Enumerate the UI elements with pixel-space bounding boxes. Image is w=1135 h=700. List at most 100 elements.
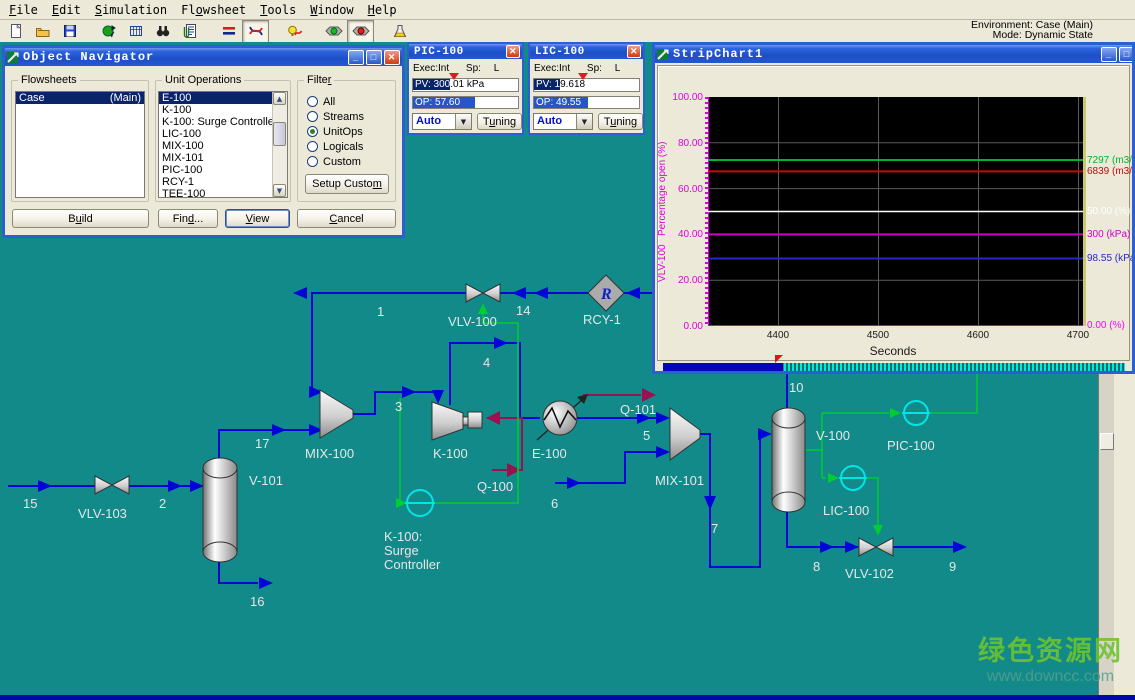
radio-all[interactable]: All xyxy=(307,96,335,108)
list-item[interactable]: RCY-1 xyxy=(159,176,287,188)
filter-label: Filter xyxy=(304,74,334,86)
steady-state-button[interactable] xyxy=(215,20,242,43)
stream-label: 3 xyxy=(395,399,402,414)
workbook-button[interactable] xyxy=(122,20,149,43)
unitops-label: Unit Operations xyxy=(162,74,244,86)
plot-area[interactable] xyxy=(708,97,1086,326)
tuning-button[interactable]: Tuning xyxy=(477,113,522,130)
surge-controller-icon[interactable] xyxy=(405,490,435,516)
op-bar[interactable]: OP: 57.60 xyxy=(412,96,519,109)
window-title: LIC-100 xyxy=(535,46,585,58)
energy-label: Q-100 xyxy=(477,479,513,494)
close-icon[interactable]: ✕ xyxy=(506,45,520,58)
navigator-button[interactable] xyxy=(176,20,203,43)
minimize-button[interactable]: _ xyxy=(348,50,364,65)
k100-icon[interactable] xyxy=(432,402,482,440)
op-bar[interactable]: OP: 49.55 xyxy=(533,96,640,109)
environment-button[interactable] xyxy=(95,20,122,43)
pfd-scrollbar-thumb[interactable] xyxy=(1100,433,1114,450)
list-item[interactable]: TEE-100 xyxy=(159,188,287,198)
maximize-button[interactable]: □ xyxy=(1119,47,1132,62)
menu-tools[interactable]: Tools xyxy=(255,2,305,18)
scroll-up-icon[interactable]: ▲ xyxy=(273,92,286,105)
vlv103-icon[interactable] xyxy=(95,476,129,494)
list-item-case[interactable]: Case (Main) xyxy=(16,92,144,104)
radio-custom[interactable]: Custom xyxy=(307,156,361,168)
stream-label: 6 xyxy=(551,496,558,511)
mode-combo[interactable]: Auto ▼ xyxy=(412,113,472,130)
pv-field[interactable]: PV: 19.618 xyxy=(533,78,640,92)
menu-window[interactable]: Window xyxy=(305,2,362,18)
x-tick: 4400 xyxy=(758,330,798,341)
radio-logicals[interactable]: Logicals xyxy=(307,141,363,153)
unit-label: MIX-100 xyxy=(305,446,354,461)
v100-icon[interactable] xyxy=(772,408,805,512)
list-item[interactable]: K-100 xyxy=(159,104,287,116)
event-scheduler-button[interactable] xyxy=(281,20,308,43)
find-button-toolbar[interactable] xyxy=(149,20,176,43)
radio-streams[interactable]: Streams xyxy=(307,111,364,123)
flowsheets-list[interactable]: Case (Main) xyxy=(15,91,145,198)
maximize-button[interactable]: □ xyxy=(366,50,382,65)
menu-simulation[interactable]: Simulation xyxy=(90,2,176,18)
setup-custom-button[interactable]: Setup Custom xyxy=(305,174,389,194)
menu-flowsheet[interactable]: Flowsheet xyxy=(176,2,255,18)
tuning-button[interactable]: Tuning xyxy=(598,113,643,130)
close-button[interactable]: ✕ xyxy=(384,50,400,65)
vlv100-icon[interactable] xyxy=(466,284,500,302)
integrator-button[interactable] xyxy=(386,20,413,43)
pic100-faceplate: PIC-100 ✕ Exec:Int Sp: L PV: 300.01 kPa … xyxy=(407,42,524,135)
sp-value: L xyxy=(494,63,500,74)
list-item[interactable]: PIC-100 xyxy=(159,164,287,176)
minimize-button[interactable]: _ xyxy=(1101,47,1117,62)
open-case-button[interactable] xyxy=(29,20,56,43)
pic100-icon[interactable] xyxy=(902,401,930,425)
list-item[interactable]: E-100 xyxy=(159,92,287,104)
radio-unitops[interactable]: UnitOps xyxy=(307,126,363,138)
surge-op-signal xyxy=(433,308,518,503)
find-button[interactable]: Find... xyxy=(158,209,218,228)
menu-file[interactable]: File xyxy=(4,2,47,18)
dynamics-button[interactable] xyxy=(242,20,269,43)
mix101-icon[interactable] xyxy=(670,408,700,460)
lic100-icon[interactable] xyxy=(839,466,867,490)
list-item[interactable]: MIX-101 xyxy=(159,152,287,164)
object-navigator-titlebar[interactable]: Object Navigator _ □ ✕ xyxy=(5,48,402,66)
close-icon[interactable]: ✕ xyxy=(627,45,641,58)
series-label: 50.00 (%) xyxy=(1087,206,1133,217)
unitops-scrollbar[interactable]: ▲ ▼ xyxy=(272,92,287,197)
unitops-list[interactable]: E-100 K-100 K-100: Surge Controller LIC-… xyxy=(158,91,288,198)
setpoint-marker[interactable] xyxy=(449,73,459,80)
unit-label: PIC-100 xyxy=(887,438,935,453)
v101-icon[interactable] xyxy=(203,458,237,562)
chevron-down-icon[interactable]: ▼ xyxy=(576,114,592,129)
save-case-icon xyxy=(62,23,78,39)
rcy1-icon[interactable]: R xyxy=(588,275,624,311)
stripchart-titlebar[interactable]: StripChart1 _ □ xyxy=(655,45,1132,63)
cancel-button[interactable]: Cancel xyxy=(297,209,396,228)
list-item[interactable]: K-100: Surge Controller xyxy=(159,116,287,128)
save-case-button[interactable] xyxy=(56,20,83,43)
scroll-down-icon[interactable]: ▼ xyxy=(273,184,286,197)
solver-holding-button[interactable] xyxy=(347,20,374,43)
rcy-letter: R xyxy=(600,286,612,303)
list-item[interactable]: MIX-100 xyxy=(159,140,287,152)
pic100-titlebar[interactable]: PIC-100 ✕ xyxy=(409,44,522,59)
mode-combo[interactable]: Auto ▼ xyxy=(533,113,593,130)
solver-active-button[interactable] xyxy=(320,20,347,43)
mix100-icon[interactable] xyxy=(320,390,353,438)
lic100-titlebar[interactable]: LIC-100 ✕ xyxy=(530,44,643,59)
pv-field[interactable]: PV: 300.01 kPa xyxy=(412,78,519,92)
new-case-button[interactable] xyxy=(2,20,29,43)
object-navigator-window: Object Navigator _ □ ✕ Flowsheets Case (… xyxy=(2,45,405,238)
build-button[interactable]: Build xyxy=(12,209,149,228)
time-scrollbar[interactable] xyxy=(663,363,1125,371)
chevron-down-icon[interactable]: ▼ xyxy=(455,114,471,129)
menu-help[interactable]: Help xyxy=(363,2,406,18)
list-item[interactable]: LIC-100 xyxy=(159,128,287,140)
menu-edit[interactable]: Edit xyxy=(47,2,90,18)
setpoint-marker[interactable] xyxy=(578,73,588,80)
vlv102-icon[interactable] xyxy=(859,538,893,556)
view-button[interactable]: View xyxy=(225,209,290,228)
scrollbar-thumb[interactable] xyxy=(273,122,286,146)
